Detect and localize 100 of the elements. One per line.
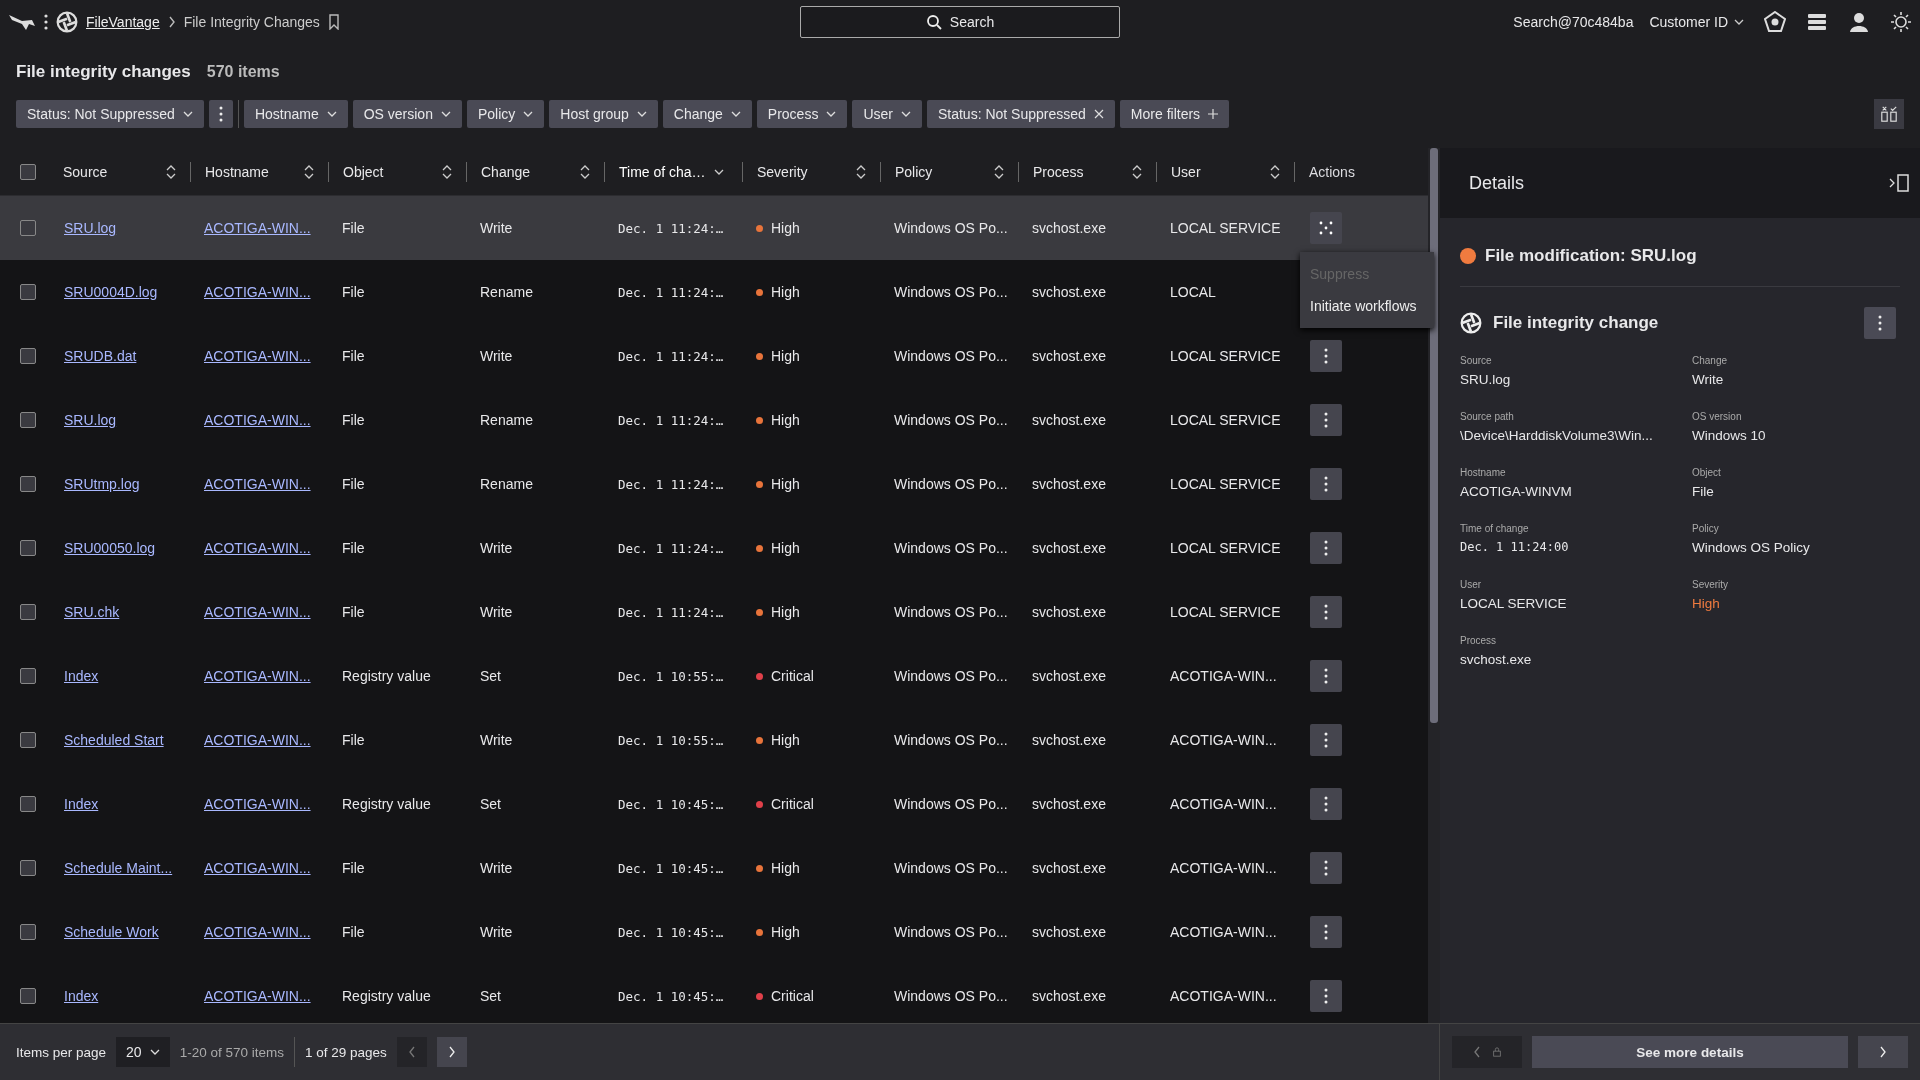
table-cell: ACOTIGA-WIN... — [1170, 668, 1277, 684]
table-cell: Registry value — [342, 988, 431, 1004]
table-cell: ACOTIGA-WIN... — [1170, 732, 1277, 748]
table-cell: LOCAL SERVICE — [1170, 412, 1281, 428]
table-cell: Registry value — [342, 796, 431, 812]
table-cell: Rename — [480, 412, 533, 428]
field-value: \Device\HarddiskVolume3\Win... — [1460, 428, 1654, 443]
table-cell: Set — [480, 796, 501, 812]
table-cell: Windows OS Po... — [894, 540, 1008, 556]
table-cell: Write — [480, 220, 513, 236]
column-header: Actions — [1309, 163, 1355, 180]
table-cell: Windows OS Po... — [894, 860, 1008, 876]
item-count: 570 items — [206, 63, 280, 81]
table-cell: LOCAL SERVICE — [1170, 476, 1281, 492]
table-cell: Write — [480, 348, 513, 364]
table-cell: svchost.exe — [1032, 860, 1106, 876]
breadcrumb-current: File Integrity Changes — [183, 14, 320, 30]
event-title: File modification: SRU.log — [1485, 246, 1697, 266]
time-cell: Dec. 1 11:24:… — [618, 220, 724, 236]
severity-label: High — [771, 860, 800, 876]
table-cell: Windows OS Po... — [894, 732, 1008, 748]
field-value: Windows 10 — [1692, 428, 1767, 443]
table-cell: Set — [480, 988, 501, 1004]
items-per-page-label: Items per page — [16, 1044, 107, 1060]
table-cell: File — [342, 924, 365, 940]
severity-label: High — [771, 540, 800, 556]
table-cell: File — [342, 348, 365, 364]
time-cell: Dec. 1 11:24:… — [618, 604, 724, 620]
time-cell: Dec. 1 11:24:… — [618, 348, 724, 364]
severity-label: High — [771, 348, 800, 364]
page-label: 1 of 29 pages — [304, 1044, 387, 1060]
time-cell: Dec. 1 11:24:… — [618, 284, 724, 300]
field-value: Dec. 1 11:24:00 — [1460, 540, 1570, 554]
table-cell: Windows OS Po... — [894, 412, 1008, 428]
table-cell: Write — [480, 732, 513, 748]
time-cell: Dec. 1 11:24:… — [618, 540, 724, 556]
page-title: File integrity changes — [16, 62, 191, 82]
table-cell: svchost.exe — [1032, 348, 1106, 364]
table-cell: svchost.exe — [1032, 476, 1106, 492]
table-cell: File — [342, 540, 365, 556]
table-cell: File — [342, 732, 365, 748]
table-cell: ACOTIGA-WIN... — [1170, 796, 1277, 812]
table-cell: LOCAL SERVICE — [1170, 540, 1281, 556]
table-cell: Windows OS Po... — [894, 284, 1008, 300]
time-cell: Dec. 1 10:45:… — [618, 988, 724, 1004]
severity-label: Critical — [771, 668, 814, 684]
table-cell: File — [342, 412, 365, 428]
table-cell: Write — [480, 604, 513, 620]
table-cell: Rename — [480, 284, 533, 300]
table-cell: svchost.exe — [1032, 540, 1106, 556]
table-cell: Windows OS Po... — [894, 348, 1008, 364]
table-cell: Windows OS Po... — [894, 220, 1008, 236]
severity-label: Critical — [771, 796, 814, 812]
severity-label: High — [771, 476, 800, 492]
field-value: File — [1692, 484, 1715, 499]
table-cell: ACOTIGA-WIN... — [1170, 988, 1277, 1004]
table-cell: LOCAL SERVICE — [1170, 348, 1281, 364]
table-cell: LOCAL — [1170, 284, 1216, 300]
table-cell: Windows OS Po... — [894, 668, 1008, 684]
field-label: Change — [1692, 355, 1729, 366]
table-cell: Write — [480, 540, 513, 556]
severity-label: High — [771, 604, 800, 620]
table-cell: ACOTIGA-WIN... — [1170, 924, 1277, 940]
time-cell: Dec. 1 11:24:… — [618, 412, 724, 428]
table-cell: Windows OS Po... — [894, 924, 1008, 940]
field-value: LOCAL SERVICE — [1460, 596, 1568, 611]
table-cell: Windows OS Po... — [894, 476, 1008, 492]
severity-label: High — [771, 412, 800, 428]
table-cell: svchost.exe — [1032, 284, 1106, 300]
severity-label: High — [771, 220, 800, 236]
table-cell: Write — [480, 924, 513, 940]
table-cell: svchost.exe — [1032, 732, 1106, 748]
table-cell: svchost.exe — [1032, 668, 1106, 684]
table-cell: Windows OS Po... — [894, 796, 1008, 812]
table-cell: svchost.exe — [1032, 604, 1106, 620]
field-label: Hostname — [1460, 467, 1507, 478]
severity-label: Critical — [771, 988, 814, 1004]
table-cell: Registry value — [342, 668, 431, 684]
time-cell: Dec. 1 10:55:… — [618, 668, 724, 684]
table-cell: svchost.exe — [1032, 412, 1106, 428]
table-cell: svchost.exe — [1032, 924, 1106, 940]
time-cell: Dec. 1 10:45:… — [618, 796, 724, 812]
table-cell: File — [342, 220, 365, 236]
severity-label: High — [771, 924, 800, 940]
table-cell: svchost.exe — [1032, 988, 1106, 1004]
table-cell: File — [342, 284, 365, 300]
table-cell: LOCAL SERVICE — [1170, 220, 1281, 236]
panel-title: Details — [1469, 172, 1525, 194]
field-value: Write — [1692, 372, 1725, 387]
range-label: 1-20 of 570 items — [179, 1044, 284, 1060]
section-title: File integrity change — [1493, 313, 1660, 333]
table-cell: Windows OS Po... — [894, 988, 1008, 1004]
time-cell: Dec. 1 10:55:… — [618, 732, 724, 748]
field-value: svchost.exe — [1460, 652, 1533, 667]
time-cell: Dec. 1 10:45:… — [618, 924, 724, 940]
field-label: Policy — [1692, 523, 1720, 534]
severity-label: High — [771, 284, 800, 300]
time-cell: Dec. 1 11:24:… — [618, 476, 724, 492]
table-cell: svchost.exe — [1032, 220, 1106, 236]
field-value: ACOTIGA-WINVM — [1460, 484, 1573, 499]
